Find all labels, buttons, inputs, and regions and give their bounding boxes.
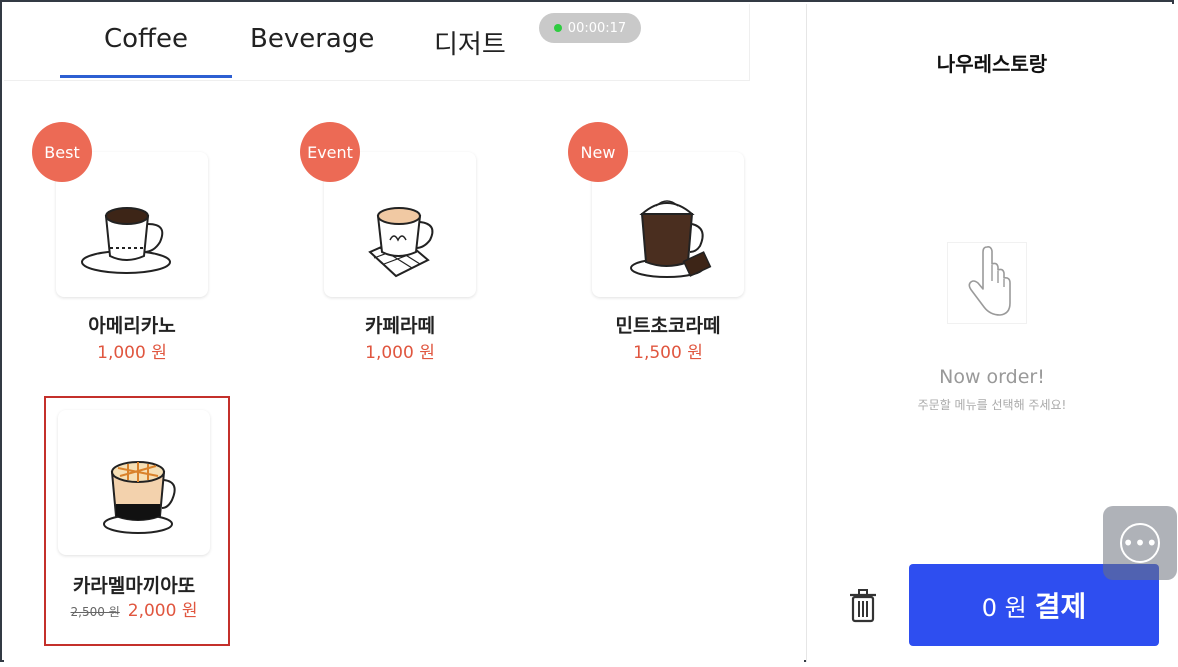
empty-cart-hint: 주문할 메뉴를 선택해 주세요! <box>917 398 1067 412</box>
session-timer: 00:00:17 <box>539 13 641 43</box>
product-price: 1,000 원 <box>365 343 435 363</box>
product-price: 1,000 원 <box>97 343 167 363</box>
ellipsis-icon: ••• <box>1120 523 1160 563</box>
cart-panel: 나우레스토랑 Now order! 주문할 메뉴를 선택해 주세요! 0 원 결… <box>806 4 1177 662</box>
menu-panel: Coffee Beverage 디저트 00:00:17 Best 아메리카노 … <box>4 4 804 662</box>
hand-pointer-icon <box>947 242 1027 324</box>
tab-dessert[interactable]: 디저트 <box>434 24 506 61</box>
product-price: 1,500 원 <box>633 343 703 363</box>
kiosk-frame: Coffee Beverage 디저트 00:00:17 Best 아메리카노 … <box>0 0 1177 662</box>
product-name: 아메리카노 <box>88 315 176 337</box>
badge-new: New <box>568 122 628 182</box>
product-name: 민트초코라떼 <box>615 315 721 337</box>
badge-event: Event <box>300 122 360 182</box>
category-tabs: Coffee Beverage 디저트 <box>4 4 750 81</box>
empty-cart-title: Now order! <box>939 366 1045 388</box>
product-name: 카페라떼 <box>365 315 435 337</box>
pay-total: 0 원 <box>981 593 1027 622</box>
badge-best: Best <box>32 122 92 182</box>
selection-highlight <box>44 396 230 646</box>
recording-dot-icon <box>553 24 562 32</box>
timer-text: 00:00:17 <box>567 20 627 36</box>
pay-label: 결제 <box>1034 590 1087 623</box>
trash-icon[interactable] <box>849 589 877 623</box>
tab-beverage[interactable]: Beverage <box>250 24 374 54</box>
store-name: 나우레스토랑 <box>936 52 1048 76</box>
more-options-button[interactable]: ••• <box>1103 506 1177 580</box>
tab-coffee[interactable]: Coffee <box>60 24 232 78</box>
